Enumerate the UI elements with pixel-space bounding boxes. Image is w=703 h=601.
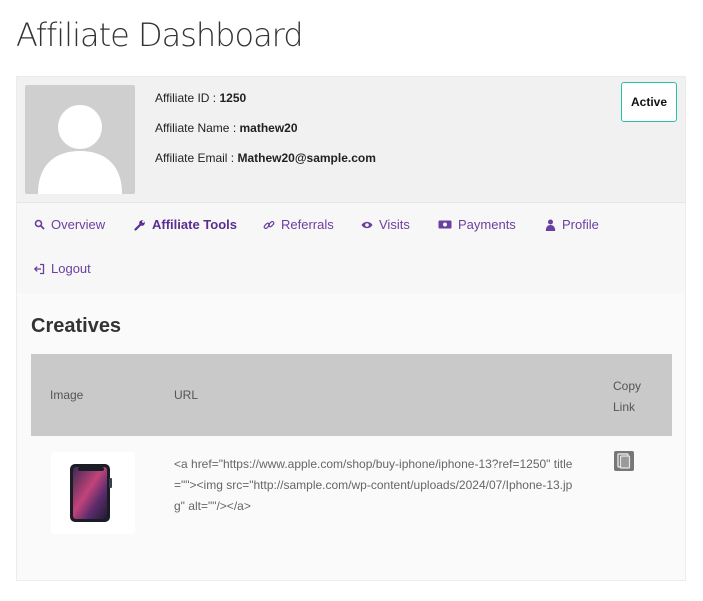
wrench-icon [134,219,146,231]
affiliate-email-row: Affiliate Email : Mathew20@sample.com [155,151,376,181]
page-title: Affiliate Dashboard [16,16,304,54]
tab-profile[interactable]: Profile [544,217,599,232]
affiliate-email-label: Affiliate Email : [155,151,238,165]
tab-affiliate-tools-label: Affiliate Tools [152,217,237,232]
avatar [25,85,135,194]
tab-visits-label: Visits [379,217,410,232]
logout-icon [33,263,45,275]
user-silhouette-icon [38,105,122,194]
copy-link-button[interactable] [614,451,634,471]
affiliate-card: Affiliate ID : 1250 Affiliate Name : mat… [16,76,686,581]
tab-referrals-label: Referrals [281,217,334,232]
tab-logout[interactable]: Logout [33,261,91,276]
creatives-section: Creatives Image URL Copy Link <a href="h… [17,293,685,580]
tab-affiliate-tools[interactable]: Affiliate Tools [134,217,237,232]
status-badge: Active [621,82,677,122]
affiliate-id-row: Affiliate ID : 1250 [155,91,376,121]
affiliate-info: Affiliate ID : 1250 Affiliate Name : mat… [155,91,376,181]
creative-url: <a href="https://www.apple.com/shop/buy-… [174,457,573,513]
column-header-image: Image [50,388,84,402]
table-row: <a href="https://www.apple.com/shop/buy-… [31,436,672,566]
dashboard-nav: Overview Affiliate Tools Referrals Visit… [17,203,685,293]
creatives-table: Image URL Copy Link <a href="https://www… [31,354,672,566]
section-title: Creatives [31,315,122,337]
money-icon [438,219,452,231]
tab-profile-label: Profile [562,217,599,232]
tab-overview[interactable]: Overview [33,217,105,232]
tab-payments[interactable]: Payments [438,217,516,232]
column-header-copy-link: Copy Link [613,379,642,414]
eye-icon [361,219,373,231]
copy-icon [617,453,631,469]
link-icon [263,219,275,231]
user-icon [544,219,556,231]
affiliate-id-value: 1250 [219,91,247,105]
column-header-url: URL [174,388,199,402]
affiliate-id-label: Affiliate ID : [155,91,220,105]
affiliate-name-value: mathew20 [239,121,298,135]
profile-panel: Affiliate ID : 1250 Affiliate Name : mat… [17,77,685,203]
table-header: Image URL Copy Link [31,354,672,436]
tab-payments-label: Payments [458,217,516,232]
affiliate-name-row: Affiliate Name : mathew20 [155,121,376,151]
affiliate-name-label: Affiliate Name : [155,121,240,135]
tab-logout-label: Logout [51,261,91,276]
tab-visits[interactable]: Visits [361,217,410,232]
iphone-13-thumbnail [51,452,135,534]
tab-referrals[interactable]: Referrals [263,217,334,232]
tab-overview-label: Overview [51,217,106,232]
search-icon [33,219,45,231]
affiliate-email-value: Mathew20@sample.com [237,151,376,165]
